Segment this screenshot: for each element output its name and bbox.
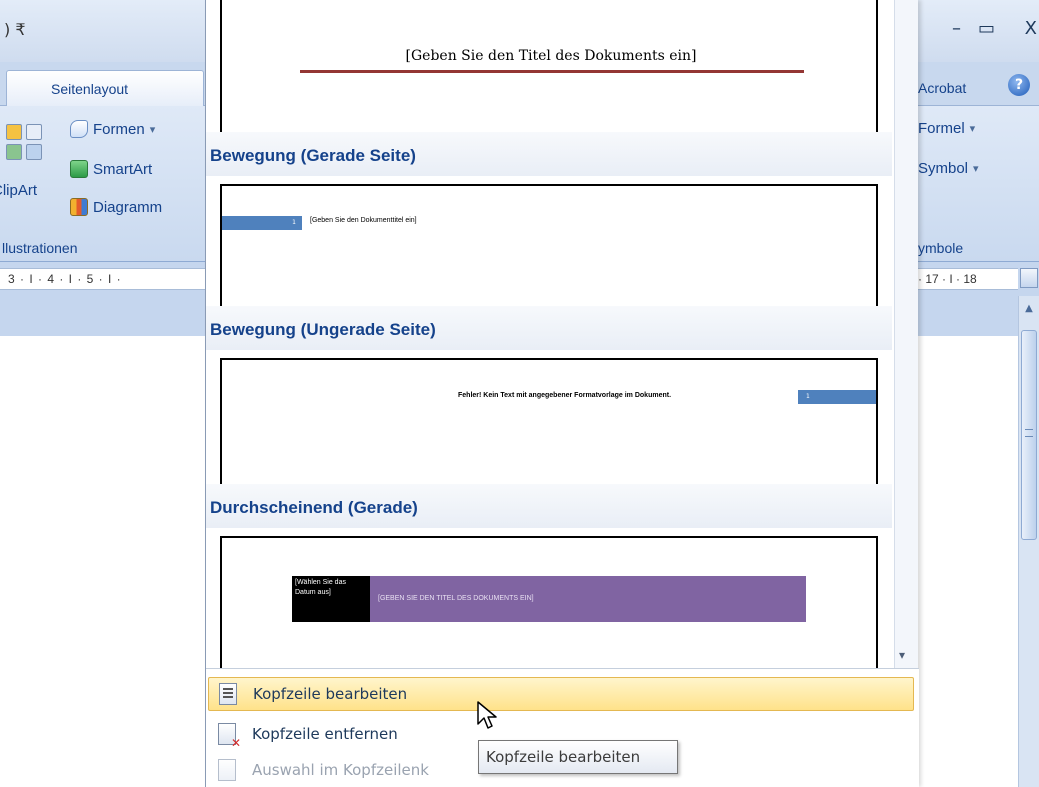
section-heading-bewegung-ungerade: Bewegung (Ungerade Seite) [206, 306, 892, 350]
edit-header-command[interactable]: Kopfzeile bearbeiten [208, 677, 914, 711]
preview-text: [Geben Sie den Dokumenttitel ein] [310, 217, 417, 224]
formen-button[interactable]: Formen ▾ [70, 120, 155, 138]
section-heading-bewegung-gerade: Bewegung (Gerade Seite) [206, 132, 892, 176]
date-placeholder: [Wählen Sie das Datum aus] [292, 576, 370, 622]
clipart-label: ClipArt [0, 182, 38, 199]
formel-label: Formel [918, 120, 965, 137]
image-icon[interactable] [6, 144, 22, 160]
header-gallery-list: [Geben Sie den Titel des Dokuments ein] … [206, 0, 892, 668]
header-preview-top[interactable]: [Geben Sie den Titel des Dokuments ein] [220, 0, 878, 132]
group-label-illustrationen: llustrationen [2, 240, 78, 256]
remove-header-icon [218, 723, 241, 750]
smartart-label: SmartArt [93, 160, 153, 178]
preview-text: Fehler! Kein Text mit angegebener Format… [458, 392, 672, 399]
smartart-button[interactable]: SmartArt [70, 160, 152, 178]
help-icon[interactable]: ? [1008, 74, 1030, 96]
save-selection-icon [218, 759, 236, 781]
scroll-thumb[interactable] [1021, 330, 1037, 540]
diagramm-label: Diagramm [93, 198, 163, 216]
clipart-button[interactable]: ClipArt [0, 182, 37, 199]
header-preview-durchscheinend[interactable]: [Wählen Sie das Datum aus] [GEBEN SIE DE… [220, 536, 878, 668]
mouse-cursor-icon [477, 701, 497, 729]
chevron-down-icon: ▾ [149, 123, 156, 136]
tab-acrobat[interactable]: Acrobat [918, 70, 998, 106]
formel-button[interactable]: Formel ▾ [918, 120, 975, 137]
smartart-icon [70, 160, 88, 178]
chevron-down-icon: ▾ [973, 163, 979, 175]
screenshot-icon[interactable] [26, 144, 42, 160]
page-number-bar: 1 [798, 390, 876, 404]
chart-icon [70, 198, 88, 216]
header-preview-bewegung-ungerade[interactable]: Fehler! Kein Text mit angegebener Format… [220, 358, 878, 484]
ruler-right-segment: · 17 · I · 18 [918, 268, 1018, 290]
ruler-toggle-button[interactable] [1020, 268, 1038, 288]
tooltip: Kopfzeile bearbeiten [478, 740, 678, 774]
header-preview-bewegung-gerade[interactable]: 1 [Geben Sie den Dokumenttitel ein] [220, 184, 878, 306]
title-placeholder: [GEBEN SIE DEN TITEL DES DOKUMENTS EIN] [370, 576, 806, 622]
gallery-scrollbar[interactable]: ▾ [894, 0, 918, 668]
close-icon[interactable]: X [1025, 18, 1037, 39]
scroll-up-icon[interactable]: ▲ [1019, 296, 1039, 322]
maximize-icon[interactable]: ▭ [978, 18, 995, 39]
quick-access-toolbar-customize[interactable]: ) ₹ [4, 20, 26, 39]
picture-icon[interactable] [6, 124, 22, 140]
tab-seitenlayout[interactable]: Seitenlayout [6, 70, 204, 106]
header-gallery-dropdown: [Geben Sie den Titel des Dokuments ein] … [205, 0, 919, 787]
remove-header-label: Kopfzeile entfernen [252, 725, 398, 743]
document-area-right[interactable] [918, 336, 1018, 787]
minimize-icon[interactable]: – [952, 18, 961, 39]
section-heading-durchscheinend: Durchscheinend (Gerade) [206, 484, 892, 528]
clipart-small-icon[interactable] [26, 124, 42, 140]
chevron-down-icon: ▾ [969, 123, 976, 135]
edit-header-label: Kopfzeile bearbeiten [253, 685, 408, 703]
preview-rule [300, 70, 804, 73]
formen-label: Formen [93, 120, 145, 138]
symbol-button[interactable]: Symbol ▾ [918, 160, 979, 177]
window-controls: – ▭ X [929, 18, 1039, 42]
grip-icon [1025, 429, 1033, 437]
ruler-left-segment: 3 · I · 4 · I · 5 · I · [0, 268, 205, 290]
scroll-down-icon[interactable]: ▾ [899, 648, 905, 662]
vertical-scrollbar[interactable]: ▲ [1018, 296, 1039, 787]
shapes-icon [70, 120, 88, 138]
diagramm-button[interactable]: Diagramm [70, 198, 162, 216]
group-label-symbole: ymbole [918, 240, 964, 256]
symbol-label: Symbol [918, 160, 969, 177]
edit-header-icon [219, 683, 237, 705]
page-number-bar: 1 [222, 216, 302, 230]
document-area-left[interactable] [0, 336, 205, 787]
save-selection-label: Auswahl im Kopfzeilenk [252, 761, 429, 779]
preview-title-text: [Geben Sie den Titel des Dokuments ein] [405, 48, 697, 64]
